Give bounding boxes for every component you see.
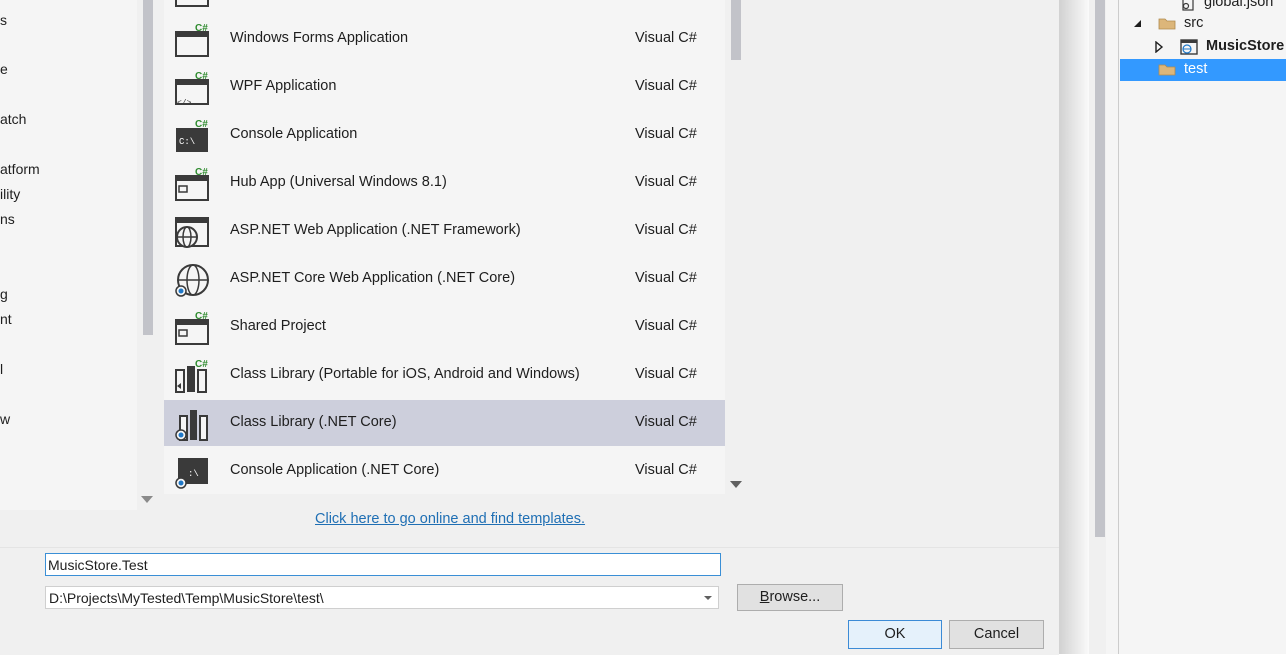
tree-item-global-json[interactable]: global.json — [1120, 0, 1286, 14]
hub-app-icon: C# — [175, 167, 209, 201]
svg-text:C#: C# — [195, 311, 208, 322]
template-language: Visual C# — [635, 30, 697, 46]
category-item[interactable]: w — [0, 411, 10, 427]
windows-forms-icon: C# — [175, 23, 209, 57]
scroll-down-arrow-icon[interactable] — [730, 481, 742, 488]
svg-text:C:\: C:\ — [179, 137, 195, 147]
svg-text:C#: C# — [195, 119, 208, 130]
template-row[interactable]: ASP.NET Core Web Application (.NET Core)… — [164, 256, 725, 302]
template-row[interactable]: C:\ C# Console Application Visual C# — [164, 112, 725, 158]
template-language: Visual C# — [635, 318, 697, 334]
template-name: Console Application — [230, 126, 358, 142]
category-tree: s e atch atform ility ns g nt l w — [0, 0, 137, 510]
project-name-input[interactable] — [45, 553, 721, 576]
solution-scroll-thumb[interactable] — [1095, 0, 1105, 537]
tree-item-label: src — [1184, 15, 1204, 31]
tree-item-label: test — [1184, 61, 1208, 77]
template-name: Console Application (.NET Core) — [230, 462, 440, 478]
template-name: Class Library (Portable for iOS, Android… — [230, 366, 580, 382]
svg-text:C#: C# — [195, 71, 208, 82]
category-scroll-thumb[interactable] — [143, 0, 153, 335]
category-item[interactable]: ility — [0, 186, 20, 202]
svg-text:C#: C# — [195, 359, 208, 370]
ok-button[interactable]: OK — [848, 620, 942, 649]
dialog-shadow — [1059, 0, 1089, 654]
class-library-core-icon — [175, 410, 208, 441]
template-row[interactable]: </> C# WPF Application Visual C# — [164, 64, 725, 110]
template-row[interactable]: C# Class Library (Portable for iOS, Andr… — [164, 352, 725, 398]
template-name: Windows Forms Application — [230, 30, 409, 46]
template-row[interactable]: C# Hub App (Universal Windows 8.1) Visua… — [164, 160, 725, 206]
template-language: Visual C# — [635, 174, 697, 190]
wpf-icon: </> C# — [175, 71, 209, 106]
svg-text:</>: </> — [177, 99, 192, 106]
template-row-partial[interactable] — [164, 0, 725, 12]
template-scrollbar[interactable] — [725, 0, 748, 494]
tree-item-src[interactable]: src — [1120, 13, 1286, 35]
web-project-icon — [1180, 39, 1198, 55]
window-app-icon — [175, 0, 209, 7]
category-item[interactable]: atch — [0, 111, 26, 127]
template-list: C# Windows Forms Application Visual C# <… — [164, 0, 748, 494]
template-language: Visual C# — [635, 462, 697, 478]
svg-text:C#: C# — [195, 167, 208, 178]
template-row[interactable]: C# Windows Forms Application Visual C# — [164, 16, 725, 62]
template-name: Class Library (.NET Core) — [230, 414, 397, 430]
online-templates-link[interactable]: Click here to go online and find templat… — [315, 511, 585, 527]
cancel-button[interactable]: Cancel — [949, 620, 1044, 649]
console-icon: C:\ C# — [176, 119, 208, 152]
core-web-globe-icon — [175, 264, 209, 297]
json-file-icon — [1182, 0, 1194, 11]
category-item[interactable]: g — [0, 286, 8, 302]
tree-item-test-selected[interactable]: test — [1120, 59, 1286, 81]
console-core-icon: :\ — [175, 458, 208, 489]
panel-divider — [1118, 0, 1119, 654]
folder-icon — [1158, 64, 1176, 76]
template-language: Visual C# — [635, 414, 697, 430]
template-name: ASP.NET Core Web Application (.NET Core) — [230, 270, 516, 286]
template-language: Visual C# — [635, 222, 697, 238]
category-item[interactable]: l — [0, 361, 3, 377]
template-row[interactable]: C# Shared Project Visual C# — [164, 304, 725, 350]
browse-button[interactable]: Browse... — [737, 584, 843, 611]
template-row[interactable]: :\ Console Application (.NET Core) Visua… — [164, 448, 725, 494]
category-item[interactable]: nt — [0, 311, 12, 327]
svg-text:C#: C# — [195, 23, 208, 34]
template-name: WPF Application — [230, 78, 337, 94]
portable-library-icon: C# — [175, 359, 208, 393]
template-name: ASP.NET Web Application (.NET Framework) — [230, 222, 521, 238]
template-language: Visual C# — [635, 366, 697, 382]
location-combobox[interactable]: D:\Projects\MyTested\Temp\MusicStore\tes… — [45, 586, 719, 609]
chevron-down-icon[interactable] — [704, 596, 712, 600]
category-item[interactable]: atform — [0, 161, 40, 177]
template-language: Visual C# — [635, 126, 697, 142]
web-globe-icon — [175, 217, 209, 248]
tree-item-musicstore[interactable]: MusicStore — [1120, 36, 1286, 58]
category-item[interactable]: s — [0, 12, 7, 28]
tree-item-label: MusicStore — [1206, 38, 1285, 54]
tree-item-label: global.json — [1204, 0, 1274, 10]
location-value: D:\Projects\MyTested\Temp\MusicStore\tes… — [49, 590, 324, 606]
template-name: Shared Project — [230, 318, 326, 334]
template-row-selected[interactable]: Class Library (.NET Core) Visual C# — [164, 400, 725, 446]
category-item[interactable]: ns — [0, 211, 15, 227]
template-language: Visual C# — [635, 270, 697, 286]
svg-text::\: :\ — [188, 469, 199, 479]
folder-icon — [1158, 18, 1176, 30]
expanded-arrow-icon[interactable] — [1133, 19, 1142, 28]
scroll-down-arrow-icon[interactable] — [141, 496, 153, 503]
category-item[interactable]: e — [0, 61, 8, 77]
collapsed-arrow-icon[interactable] — [1155, 41, 1164, 53]
template-language: Visual C# — [635, 78, 697, 94]
template-scroll-thumb[interactable] — [731, 0, 741, 60]
template-name: Hub App (Universal Windows 8.1) — [230, 174, 447, 190]
shared-project-icon: C# — [175, 311, 209, 345]
template-row[interactable]: ASP.NET Web Application (.NET Framework)… — [164, 208, 725, 254]
